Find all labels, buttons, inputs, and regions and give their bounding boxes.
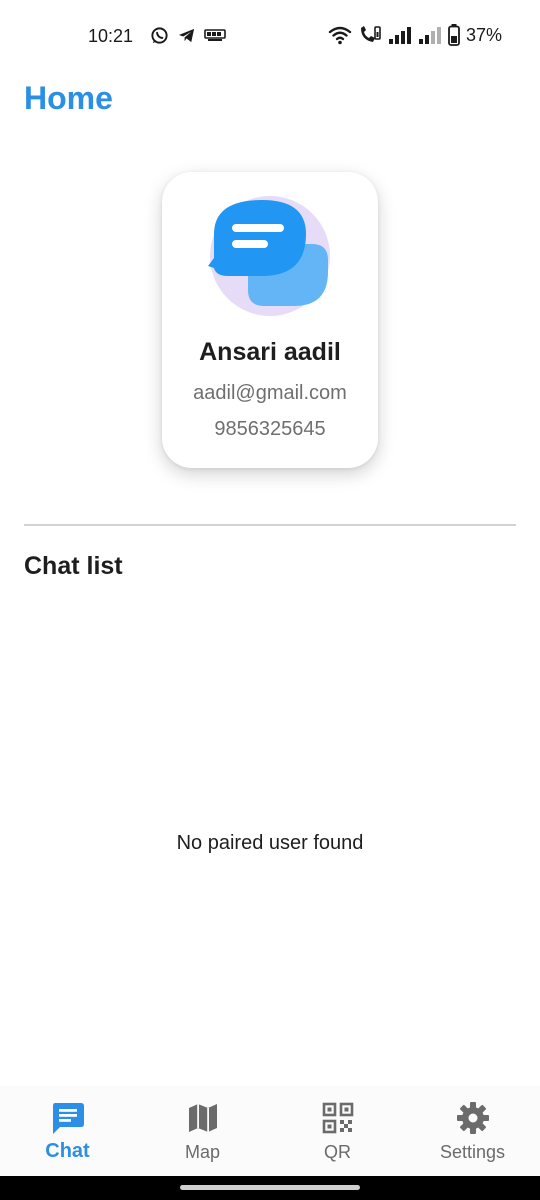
- chat-bubble-logo-icon: [208, 196, 330, 316]
- chat-icon: [52, 1103, 84, 1134]
- bottom-navigation: Chat Map QR Settings: [0, 1086, 540, 1176]
- empty-state-message: No paired user found: [176, 832, 364, 854]
- chat-list-title: Chat list: [24, 552, 123, 580]
- signal-weak-icon: [418, 27, 441, 44]
- map-icon: [188, 1104, 217, 1132]
- system-status-icons: 37%: [328, 24, 502, 46]
- battery-percentage: 37%: [465, 24, 502, 45]
- notification-icons: [150, 26, 226, 45]
- nav-item-chat[interactable]: Chat: [0, 1086, 135, 1176]
- system-navigation-bar: [0, 1176, 540, 1200]
- profile-email: aadil@gmail.com: [193, 382, 347, 404]
- telegram-icon: [178, 28, 195, 43]
- news-app-icon: [204, 29, 226, 41]
- status-time: 10:21: [88, 26, 134, 46]
- nav-item-settings[interactable]: Settings: [405, 1086, 540, 1176]
- gear-icon: [456, 1102, 489, 1134]
- nav-label-settings: Settings: [439, 1142, 506, 1162]
- battery-icon: [448, 24, 460, 46]
- gesture-handle[interactable]: [180, 1185, 360, 1190]
- call-icon: [360, 26, 381, 42]
- nav-label-map: Map: [184, 1142, 220, 1162]
- profile-name: Ansari aadil: [199, 338, 341, 366]
- nav-item-qr[interactable]: QR: [270, 1086, 405, 1176]
- nav-label-qr: QR: [324, 1142, 351, 1162]
- page-title: Home: [24, 80, 113, 116]
- whatsapp-icon: [151, 27, 168, 44]
- section-divider: [24, 524, 516, 526]
- nav-item-map[interactable]: Map: [135, 1086, 270, 1176]
- profile-phone: 9856325645: [214, 418, 326, 440]
- qr-code-icon: [322, 1102, 353, 1134]
- wifi-icon: [328, 26, 352, 45]
- profile-card: Ansari aadil aadil@gmail.com 9856325645: [162, 172, 378, 468]
- status-bar: 10:21 37%: [0, 0, 540, 72]
- signal-icon: [388, 27, 411, 44]
- nav-label-chat: Chat: [45, 1140, 90, 1162]
